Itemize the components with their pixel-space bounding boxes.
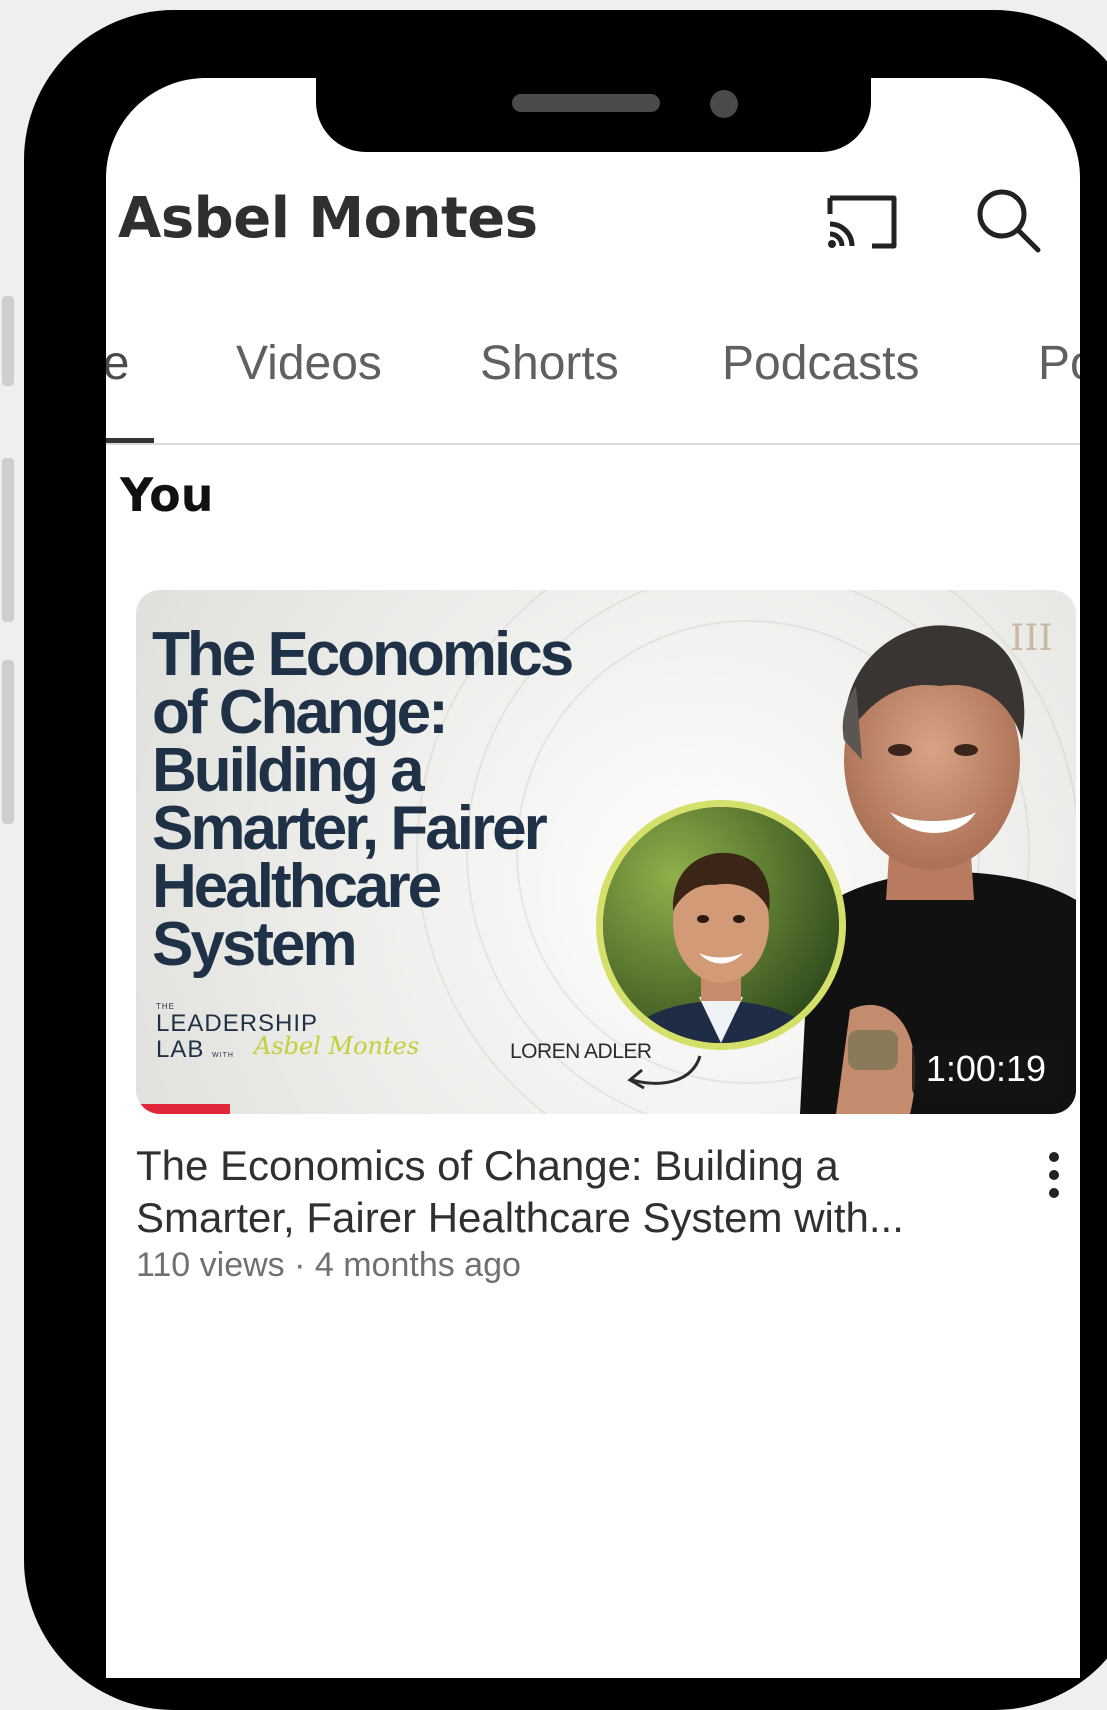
- tab-videos[interactable]: Videos: [236, 336, 382, 391]
- more-options-button[interactable]: [1040, 1152, 1068, 1212]
- watch-progress-bar: [136, 1104, 230, 1114]
- thumbnail-title-line: of Change:: [152, 678, 449, 747]
- thumbnail-title-line: Smarter, Fairer: [152, 794, 548, 863]
- guest-photo: [596, 800, 846, 1050]
- side-button-volume-up: [2, 458, 14, 622]
- section-heading: You: [120, 468, 214, 522]
- channel-tabs: ne Videos Shorts Podcasts Po: [106, 336, 1080, 402]
- search-icon: [977, 189, 1041, 253]
- logo-with: WITH: [212, 1052, 234, 1059]
- thumbnail-title-line: Healthcare: [152, 852, 442, 921]
- tab-home[interactable]: ne: [106, 336, 129, 391]
- phone-frame: Asbel Montes ne Videos Shorts Podcasts P…: [24, 10, 1107, 1710]
- thumbnail-title-line: Building a: [152, 736, 425, 805]
- thumbnail-title-line: The Economics: [152, 620, 574, 689]
- video-thumbnail[interactable]: The Economics of Change: Building a Smar…: [136, 590, 1076, 1114]
- thumbnail-title-line: System: [152, 910, 358, 979]
- logo-lab: LAB: [156, 1036, 205, 1063]
- cast-icon: [827, 195, 897, 249]
- front-camera: [710, 90, 738, 118]
- thumbnail-title: The Economics of Change: Building a Smar…: [152, 620, 672, 979]
- speaker-grille: [512, 94, 660, 112]
- more-vertical-icon: [1040, 1152, 1068, 1198]
- svg-text:III: III: [1010, 618, 1053, 659]
- curved-arrow-icon: [627, 1055, 702, 1090]
- search-button[interactable]: [968, 180, 1048, 260]
- leadership-lab-logo: THE LEADERSHIP LAB WITH Asbel Montes: [156, 1002, 419, 1069]
- side-button-mute: [2, 296, 14, 386]
- tab-shorts[interactable]: Shorts: [480, 336, 619, 391]
- tab-posts[interactable]: Po: [1038, 336, 1080, 391]
- tabs-divider: [106, 443, 1080, 445]
- video-duration-badge: 1:00:19: [911, 1040, 1060, 1098]
- logo-signature: Asbel Montes: [254, 1032, 420, 1060]
- channel-title: Asbel Montes: [118, 186, 538, 251]
- app-screen: Asbel Montes ne Videos Shorts Podcasts P…: [106, 78, 1080, 1678]
- video-meta: 110 views · 4 months ago: [136, 1246, 521, 1284]
- phone-notch: [316, 50, 871, 152]
- cast-button[interactable]: [822, 180, 902, 260]
- tab-podcasts[interactable]: Podcasts: [722, 336, 919, 391]
- side-button-volume-down: [2, 660, 14, 824]
- video-title[interactable]: The Economics of Change: Building a Smar…: [136, 1140, 996, 1244]
